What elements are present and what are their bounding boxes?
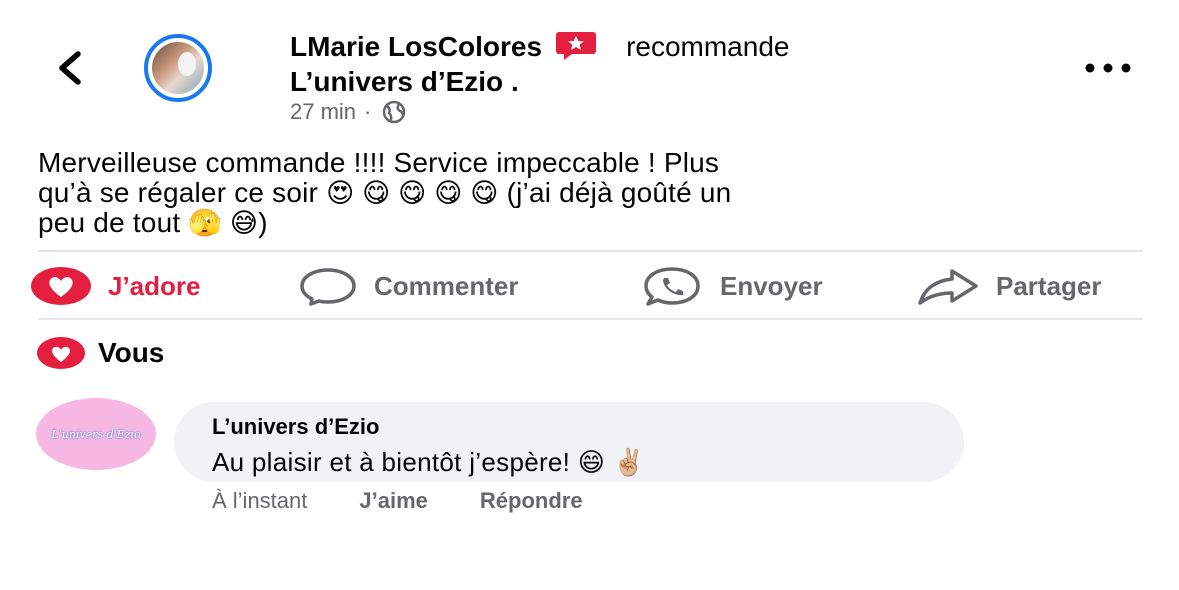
chevron-left-icon xyxy=(59,51,81,85)
avatar-photo xyxy=(152,42,204,94)
more-options-button[interactable] xyxy=(1080,56,1136,80)
post-line-3-emojis: 🫣 😅 xyxy=(188,208,259,238)
comment-time[interactable]: À l’instant xyxy=(212,488,307,514)
back-button[interactable] xyxy=(48,46,92,90)
comment-author[interactable]: L’univers d’Ezio xyxy=(212,414,964,440)
comment-like-button[interactable]: J’aime xyxy=(359,488,428,514)
reactions-summary[interactable]: Vous xyxy=(36,336,164,370)
post-body: Merveilleuse commande !!!! Service impec… xyxy=(38,147,1148,239)
send-button[interactable]: Envoyer xyxy=(640,262,823,310)
share-arrow-icon xyxy=(918,269,978,305)
post-line-3: peu de tout 🫣 😅) xyxy=(38,207,1148,239)
action-bar: J’adore Commenter Envoyer Partager xyxy=(0,262,1179,310)
love-label: J’adore xyxy=(108,270,201,301)
divider-bottom xyxy=(38,318,1143,320)
heart-reaction-icon xyxy=(37,337,85,369)
comment-text: Au plaisir et à bientôt j’espère! xyxy=(212,447,571,477)
share-label: Partager xyxy=(996,270,1102,301)
comment-body: Au plaisir et à bientôt j’espère! 😄 ✌🏼 xyxy=(212,444,964,480)
post-line-2-text: qu’à se régaler ce soir xyxy=(38,177,319,208)
comment-button[interactable]: Commenter xyxy=(298,262,518,310)
story-ring xyxy=(144,34,212,102)
love-button[interactable]: J’adore xyxy=(30,262,201,310)
whatsapp-icon xyxy=(644,267,700,306)
recommend-badge-icon xyxy=(556,32,597,60)
commenter-avatar[interactable]: L'univers d'Ezio xyxy=(36,398,156,470)
comment-emojis: 😄 ✌🏼 xyxy=(577,447,646,477)
post-line-2-emojis: 😍 😋 😋 😋 😋 xyxy=(326,178,499,208)
commenter-avatar-logo: L'univers d'Ezio xyxy=(51,427,141,441)
post-line-1: Merveilleuse commande !!!! Service impec… xyxy=(38,147,720,178)
author-avatar[interactable] xyxy=(144,34,266,102)
more-horizontal-icon xyxy=(1085,63,1131,73)
comment-bubble: L’univers d’Ezio Au plaisir et à bientôt… xyxy=(174,402,964,482)
post-time[interactable]: 27 min xyxy=(290,99,356,125)
recommend-verb: recommande xyxy=(626,31,790,62)
share-button[interactable]: Partager xyxy=(916,262,1102,310)
globe-icon xyxy=(383,100,406,124)
comment-label: Commenter xyxy=(374,270,519,301)
meta-separator: · xyxy=(364,99,372,124)
comment-bubble-icon xyxy=(300,268,356,306)
post-line-2: qu’à se régaler ce soir 😍 😋 😋 😋 😋 (j’ai … xyxy=(38,177,1148,209)
comment-actions: À l’instant J’aime Répondre xyxy=(212,488,583,514)
heart-icon xyxy=(31,267,91,305)
post-line-2-tail: (j’ai déjà goûté un xyxy=(506,177,732,208)
post-header: LMarie LosColores recommande xyxy=(290,30,789,63)
send-label: Envoyer xyxy=(720,270,823,301)
reactions-label: Vous xyxy=(98,337,165,368)
comment-reply-button[interactable]: Répondre xyxy=(480,488,583,514)
post-line-3-text: peu de tout xyxy=(38,207,181,238)
divider-top xyxy=(38,250,1143,252)
page-name[interactable]: L’univers d’Ezio . xyxy=(290,66,519,98)
post-meta: 27 min · xyxy=(290,99,409,125)
author-name[interactable]: LMarie LosColores xyxy=(290,31,542,62)
post-line-3-tail: ) xyxy=(258,207,268,238)
